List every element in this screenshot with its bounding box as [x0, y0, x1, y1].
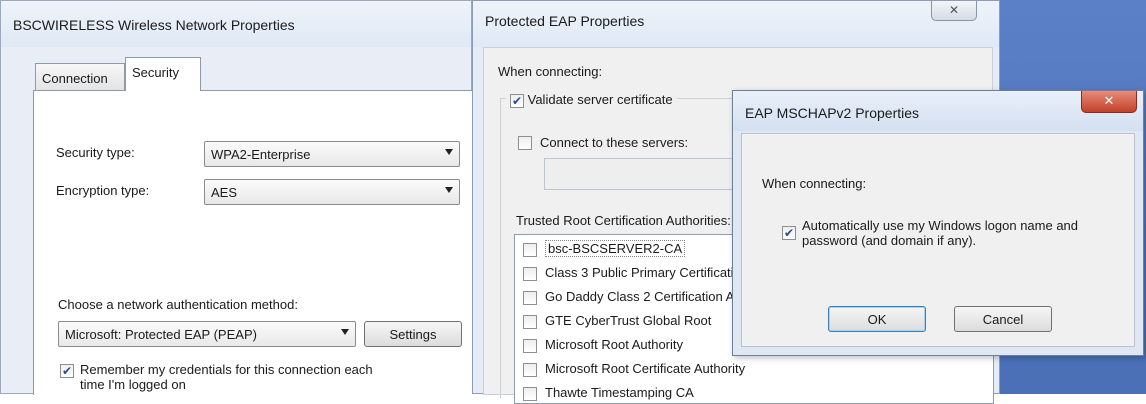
auth-method-value: Microsoft: Protected EAP (PEAP): [65, 327, 257, 342]
close-button[interactable]: ✕: [1081, 91, 1137, 113]
trusted-root-label: Trusted Root Certification Authorities:: [516, 213, 731, 228]
ok-button[interactable]: OK: [828, 306, 926, 332]
list-item[interactable]: Microsoft Root Certificate Authority: [523, 361, 745, 377]
encryption-type-label: Encryption type:: [56, 183, 150, 198]
ca-label: GTE CyberTrust Global Root: [545, 313, 712, 328]
list-item[interactable]: Microsoft Root Authority: [523, 337, 683, 353]
ca-label: bsc-BSCSERVER2-CA: [545, 240, 686, 257]
dialog-body: When connecting: ✔ Automatically use my …: [741, 133, 1135, 347]
auth-method-label: Choose a network authentication method:: [58, 297, 298, 312]
remember-credentials-label: Remember my credentials for this connect…: [80, 362, 373, 392]
chevron-down-icon: [341, 329, 349, 335]
auth-method-dropdown[interactable]: Microsoft: Protected EAP (PEAP): [58, 321, 356, 347]
close-button[interactable]: ✕: [931, 1, 977, 21]
list-item[interactable]: GTE CyberTrust Global Root: [523, 313, 711, 329]
cancel-button[interactable]: Cancel: [954, 306, 1052, 332]
encryption-type-dropdown[interactable]: AES: [204, 179, 460, 205]
title-bar[interactable]: BSCWIRELESS Wireless Network Properties: [1, 1, 471, 47]
security-type-value: WPA2-Enterprise: [211, 147, 311, 162]
when-connecting-label: When connecting:: [762, 176, 867, 191]
eap-mschapv2-properties-window: EAP MSCHAPv2 Properties ✕ When connectin…: [732, 90, 1144, 356]
auto-logon-line2: password (and domain if any).: [802, 233, 977, 248]
window-title: EAP MSCHAPv2 Properties: [745, 105, 920, 121]
window-title: Protected EAP Properties: [485, 13, 645, 29]
tab-security[interactable]: Security: [125, 57, 201, 91]
remember-credentials-line2: time I'm logged on: [80, 377, 186, 392]
close-icon: ✕: [1103, 93, 1115, 108]
remember-credentials-checkbox[interactable]: ✔: [60, 364, 74, 378]
validate-cert-checkbox[interactable]: ✔: [510, 93, 524, 108]
settings-button[interactable]: Settings: [364, 321, 462, 347]
ca-checkbox[interactable]: [523, 362, 537, 377]
ca-label: Microsoft Root Authority: [545, 337, 683, 352]
security-type-dropdown[interactable]: WPA2-Enterprise: [204, 141, 460, 167]
security-type-label: Security type:: [56, 145, 135, 160]
ca-checkbox[interactable]: [523, 338, 537, 353]
chevron-down-icon: [445, 149, 453, 155]
tab-connection[interactable]: Connection: [35, 63, 125, 91]
list-item[interactable]: Thawte Timestamping CA: [523, 385, 694, 401]
chevron-down-icon: [445, 187, 453, 193]
title-bar[interactable]: Protected EAP Properties: [473, 1, 999, 47]
ca-checkbox[interactable]: [523, 266, 537, 281]
ca-checkbox[interactable]: [523, 242, 537, 257]
wireless-network-properties-window: BSCWIRELESS Wireless Network Properties …: [0, 0, 473, 395]
validate-cert-label: Validate server certificate: [527, 92, 673, 107]
validate-cert-row[interactable]: ✔ Validate server certificate: [506, 92, 677, 108]
remember-credentials-line1: Remember my credentials for this connect…: [80, 362, 373, 377]
auto-logon-checkbox[interactable]: ✔: [782, 226, 796, 240]
security-tab-panel: Security type: WPA2-Enterprise Encryptio…: [33, 90, 473, 395]
window-title: BSCWIRELESS Wireless Network Properties: [13, 17, 295, 33]
ca-label: Microsoft Root Certificate Authority: [545, 361, 746, 376]
auto-logon-label: Automatically use my Windows logon name …: [802, 218, 1078, 248]
ca-label: Thawte Timestamping CA: [545, 385, 694, 400]
connect-servers-label: Connect to these servers:: [540, 135, 689, 150]
connect-servers-checkbox[interactable]: [518, 136, 532, 150]
when-connecting-label: When connecting:: [498, 64, 603, 79]
encryption-type-value: AES: [211, 185, 238, 200]
auto-logon-line1: Automatically use my Windows logon name …: [802, 218, 1079, 233]
ca-checkbox[interactable]: [523, 290, 537, 305]
close-icon: ✕: [948, 3, 960, 17]
ca-checkbox[interactable]: [523, 314, 537, 329]
list-item[interactable]: bsc-BSCSERVER2-CA: [523, 240, 686, 257]
